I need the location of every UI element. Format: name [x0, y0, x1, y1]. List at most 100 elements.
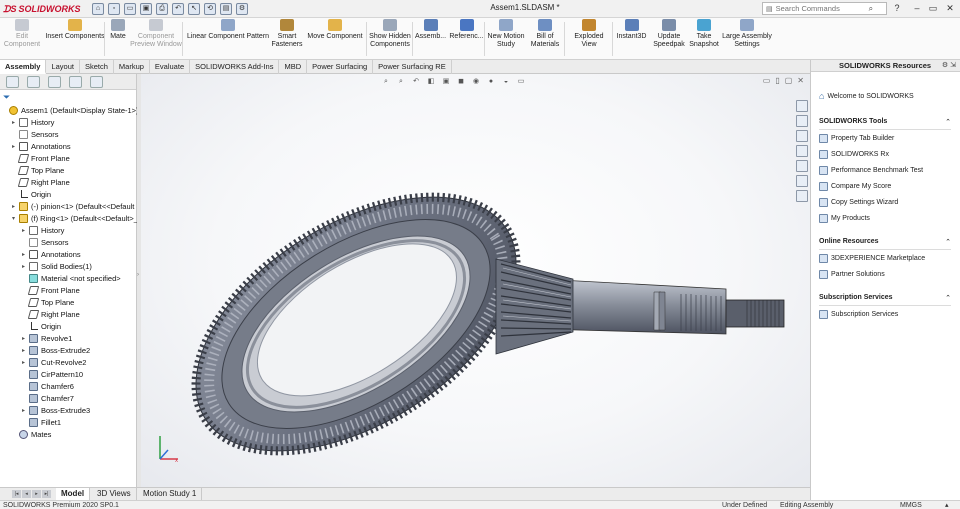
ribbon-button-6[interactable]: Move Component: [306, 19, 364, 59]
select-icon[interactable]: ↖: [188, 3, 200, 15]
tree-item[interactable]: Right Plane: [12, 176, 70, 188]
tree-item[interactable]: Chamfer6: [22, 380, 74, 392]
open-folder-icon[interactable]: ▭: [124, 3, 136, 15]
pinion-gear[interactable]: [495, 258, 574, 355]
ribbon-button-16[interactable]: Large Assembly Settings: [722, 19, 772, 59]
restore-button[interactable]: ▭: [926, 2, 940, 15]
bottom-tab-3d-views[interactable]: 3D Views: [92, 488, 137, 500]
tree-item[interactable]: Material <not specified>: [22, 272, 121, 284]
print-icon[interactable]: ⎙: [156, 3, 168, 15]
tab-assembly[interactable]: Assembly: [0, 60, 47, 74]
tree-item[interactable]: Chamfer7: [22, 392, 74, 404]
appearances-tab-icon[interactable]: [796, 160, 808, 172]
view-palette-tab-icon[interactable]: [796, 145, 808, 157]
prev-tab-icon[interactable]: ◂: [22, 490, 31, 498]
graphics-viewport[interactable]: ⌕ ⌕ ↶ ◧ ▣ ◼ ◉ ● ◒ ▭ ▭ ▯ ▢ ✕ x: [141, 74, 810, 487]
tree-item[interactable]: ▸ Revolve1: [22, 332, 72, 344]
undo-icon[interactable]: ↶: [172, 3, 184, 15]
resource-link[interactable]: Subscription Services: [819, 308, 898, 320]
ribbon-button-0[interactable]: Edit Component: [4, 19, 40, 59]
search-commands-box[interactable]: ▤ ⌕: [762, 2, 887, 15]
new-document-icon[interactable]: ▫: [108, 3, 120, 15]
help-icon[interactable]: ?: [890, 2, 904, 15]
tree-item[interactable]: ▸ Annotations: [12, 140, 71, 152]
tree-item[interactable]: Sensors: [22, 236, 69, 248]
collapse-chevron-icon[interactable]: ⌃: [945, 294, 951, 302]
options-gear-icon[interactable]: ⚙: [236, 3, 248, 15]
last-tab-icon[interactable]: ▸|: [42, 490, 51, 498]
ribbon-button-4[interactable]: Linear Component Pattern: [186, 19, 270, 59]
expand-arrow-icon[interactable]: ▸: [22, 335, 29, 342]
tree-item[interactable]: CirPattern10: [22, 368, 83, 380]
tab-markup[interactable]: Markup: [114, 60, 150, 74]
ribbon-button-12[interactable]: Exploded View: [566, 19, 612, 59]
save-icon[interactable]: ▣: [140, 3, 152, 15]
bottom-tab-model[interactable]: Model: [56, 488, 91, 500]
resource-section-header[interactable]: SOLIDWORKS Tools ⌃: [819, 118, 951, 130]
tree-item[interactable]: ▸ Solid Bodies(1): [22, 260, 92, 272]
tree-item[interactable]: Origin: [12, 188, 51, 200]
status-units[interactable]: MMGS: [900, 501, 922, 509]
resource-section-header[interactable]: Subscription Services ⌃: [819, 294, 951, 306]
ribbon-button-14[interactable]: Update Speedpak: [653, 19, 685, 59]
tree-item[interactable]: Fillet1: [22, 416, 61, 428]
tree-item[interactable]: ▸ Boss-Extrude2: [22, 344, 90, 356]
resource-link[interactable]: 3DEXPERIENCE Marketplace: [819, 252, 925, 264]
ribbon-button-9[interactable]: Referenc...: [449, 19, 484, 59]
tree-item[interactable]: Front Plane: [12, 152, 70, 164]
ribbon-button-11[interactable]: Bill of Materials: [530, 19, 560, 59]
tab-evaluate[interactable]: Evaluate: [150, 60, 191, 74]
property-manager-tab-icon[interactable]: [27, 75, 40, 88]
ribbon-button-2[interactable]: Mate: [108, 19, 128, 59]
feature-manager-tab-icon[interactable]: [6, 75, 19, 88]
tree-item[interactable]: Right Plane: [22, 308, 80, 320]
tree-item[interactable]: ▸ (-) pinion<1> (Default<<Default: [12, 200, 134, 212]
tree-item[interactable]: Mates: [12, 428, 51, 440]
tree-item[interactable]: ▸ History: [12, 116, 54, 128]
tab-layout[interactable]: Layout: [46, 60, 80, 74]
close-button[interactable]: ✕: [943, 2, 957, 15]
tab-sketch[interactable]: Sketch: [80, 60, 114, 74]
tree-item[interactable]: Origin: [22, 320, 61, 332]
design-library-tab-icon[interactable]: [796, 115, 808, 127]
tab-power-surfacing[interactable]: Power Surfacing: [307, 60, 374, 74]
custom-properties-tab-icon[interactable]: [796, 175, 808, 187]
expand-arrow-icon[interactable]: ▸: [22, 359, 29, 366]
expand-arrow-icon[interactable]: ▸: [12, 143, 19, 150]
dimxpert-tab-icon[interactable]: [69, 75, 82, 88]
search-icon[interactable]: ⌕: [869, 4, 873, 14]
ribbon-button-15[interactable]: Take Snapshot: [688, 19, 720, 59]
tree-item[interactable]: Front Plane: [22, 284, 80, 296]
resource-link[interactable]: Copy Settings Wizard: [819, 196, 898, 208]
ribbon-button-13[interactable]: Instant3D: [615, 19, 648, 59]
first-tab-icon[interactable]: |◂: [12, 490, 21, 498]
home-tab-icon[interactable]: [796, 100, 808, 112]
filter-icon[interactable]: ⏷: [3, 92, 10, 103]
expand-arrow-icon[interactable]: ▾: [12, 215, 19, 222]
file-properties-icon[interactable]: ▤: [220, 3, 232, 15]
tree-item[interactable]: Top Plane: [22, 296, 74, 308]
tree-item[interactable]: ▾ (f) Ring<1> (Default<<Default>_: [12, 212, 138, 224]
file-explorer-tab-icon[interactable]: [796, 130, 808, 142]
tab-mbd[interactable]: MBD: [279, 60, 308, 74]
ribbon-button-8[interactable]: Assemb...: [414, 19, 447, 59]
display-manager-tab-icon[interactable]: [90, 75, 103, 88]
tree-item[interactable]: Assem1 (Default<Display State-1>): [2, 104, 139, 116]
status-expand-icon[interactable]: ▴: [945, 501, 949, 509]
resource-link[interactable]: SOLIDWORKS Rx: [819, 148, 889, 160]
minimize-button[interactable]: –: [910, 2, 924, 15]
home-icon[interactable]: ⌂: [92, 3, 104, 15]
expand-arrow-icon[interactable]: ▸: [22, 227, 29, 234]
expand-arrow-icon[interactable]: ▸: [22, 263, 29, 270]
tab-solidworks-add-ins[interactable]: SOLIDWORKS Add-Ins: [190, 60, 280, 74]
pane-options-icon[interactable]: ⚙ ⇲: [942, 60, 956, 72]
tree-item[interactable]: ▸ History: [22, 224, 64, 236]
ribbon-button-5[interactable]: Smart Fasteners: [271, 19, 303, 59]
expand-arrow-icon[interactable]: ▸: [22, 251, 29, 258]
expand-arrow-icon[interactable]: ▸: [22, 407, 29, 414]
tree-item[interactable]: Top Plane: [12, 164, 64, 176]
resource-section-header[interactable]: Online Resources ⌃: [819, 238, 951, 250]
forum-tab-icon[interactable]: [796, 190, 808, 202]
app-logo[interactable]: ᗪS SOLIDWORKS: [3, 2, 80, 16]
tree-item[interactable]: ▸ Boss-Extrude3: [22, 404, 90, 416]
